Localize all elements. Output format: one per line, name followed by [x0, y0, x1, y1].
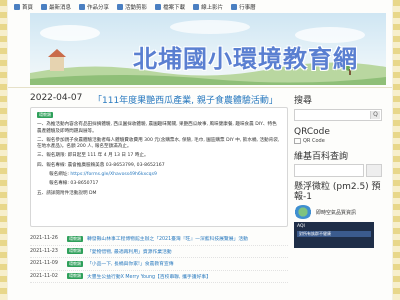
qrcode-image: QR Code — [294, 138, 382, 144]
category-tag[interactable]: 環教類 — [67, 248, 83, 255]
wiki-search — [294, 164, 382, 177]
nav-item-calendar[interactable]: 行事曆 — [228, 2, 259, 12]
nav-label: 首頁 — [22, 4, 34, 11]
post-content: 環教類 一、為推活動內容含有品田採摘體驗, 西瓜園採收體驗, 農園趣味闖關, 果… — [30, 107, 288, 227]
nav-item-download[interactable]: 檔案下載 — [152, 2, 188, 12]
home-icon — [14, 3, 20, 10]
video-icon — [193, 3, 200, 10]
list-item-title-link[interactable]: 「小品一下, 長桶與你家!」食農教育宣傳 — [87, 260, 174, 267]
post-paragraph-4: 四、報名專線: 農會推廣股賴美蓉 03-8653799, 03-8652167 — [37, 162, 165, 168]
search-button[interactable]: Q — [370, 111, 380, 119]
list-item-date: 2021-11-02 — [30, 273, 58, 279]
post-paragraph-3: 三、報名期限: 即日起至 111 年 4 月 13 日 17 時止。 — [37, 153, 149, 159]
top-nav: 首頁 最新消息 作品分享 活動剪影 檔案下載 線上影片 行事曆 — [8, 0, 395, 13]
epa-logo-icon — [294, 205, 312, 219]
list-item-title-link[interactable]: 大豐生公益行動X Merry Young【百校串聯, 攜手護好事】 — [87, 273, 211, 280]
category-tag[interactable]: 環教類 — [67, 260, 83, 267]
list-item: 2021-11-23 環教類 「愛物惜物, 最適再利用」資源作業活動 — [30, 246, 288, 258]
right-decorative-stripe — [393, 0, 400, 300]
aqi-status-bar: 對所有族群不健康 — [297, 231, 371, 237]
registration-url-link[interactable]: https://forms.gle/Xhavoss49h6kxcqs9 — [70, 172, 157, 177]
pencil-icon — [79, 3, 86, 10]
list-item-date: 2021-11-23 — [30, 248, 58, 254]
registration-phone-value: 03-8650717 — [70, 181, 99, 187]
post-paragraph-5: 五、請詳閱附件活動說明 DM — [37, 190, 97, 196]
banner-title: 北埔國小環境教育網 — [133, 44, 358, 73]
wiki-search-input[interactable] — [294, 164, 364, 177]
gallery-icon — [117, 3, 124, 10]
category-tag[interactable]: 環教類 — [37, 112, 53, 118]
search-input[interactable]: Q — [294, 109, 382, 121]
category-tag[interactable]: 環教類 — [67, 235, 83, 242]
aqi-title: AQI — [297, 224, 305, 229]
search-heading: 搜尋 — [294, 96, 313, 106]
wiki-search-button[interactable] — [366, 164, 382, 177]
download-icon — [155, 3, 162, 10]
list-item-title-link[interactable]: 轉發縣山林事工程博物館主辦之「2021臺灣『旺』—深藍科技展覽展」活動 — [87, 235, 248, 242]
list-item: 2021-11-09 環教類 「小品一下, 長桶與你家!」食農教育宣傳 — [30, 258, 288, 271]
post-paragraph-1: 一、為推活動內容含有品田採摘體驗, 西瓜園採收體驗, 農園趣味闖關, 果艷西瓜故… — [37, 122, 277, 134]
registration-url-label: 報名網址: — [49, 172, 71, 178]
aqi-status: 對所有族群不健康 — [299, 231, 331, 236]
aqi-station-label: 即時空氣品質資訊 — [316, 209, 357, 216]
list-item: 2021-11-26 環教類 轉發縣山林事工程博物館主辦之「2021臺灣『旺』—… — [30, 233, 288, 246]
nav-item-works[interactable]: 作品分享 — [76, 2, 112, 12]
page-container: 首頁 最新消息 作品分享 活動剪影 檔案下載 線上影片 行事曆 北埔國小環境教育… — [8, 0, 392, 300]
nav-item-home[interactable]: 首頁 — [11, 2, 36, 12]
calendar-icon — [231, 3, 238, 10]
list-item-date: 2021-11-09 — [30, 261, 58, 267]
pm25-heading: 懸浮微粒 (pm2.5) 預報-1 — [294, 182, 381, 202]
nav-label: 線上影片 — [201, 4, 224, 11]
list-item-date: 2021-11-26 — [30, 236, 58, 242]
list-item-title-link[interactable]: 「愛物惜物, 最適再利用」資源作業活動 — [87, 248, 172, 255]
nav-label: 行事曆 — [239, 4, 256, 11]
header-divider — [8, 87, 392, 88]
post-title-link[interactable]: 「111年度果艷西瓜產業, 親子食農體驗活動」 — [93, 93, 278, 106]
registration-phone-label: 報名專線: — [49, 181, 71, 187]
news-icon — [41, 3, 48, 10]
nav-label: 最新消息 — [49, 4, 72, 11]
header-banner: 北埔國小環境教育網 — [30, 13, 386, 85]
nav-item-news[interactable]: 最新消息 — [38, 2, 74, 12]
list-item: 2021-11-02 環教類 大豐生公益行動X Merry Young【百校串聯… — [30, 271, 288, 283]
nav-label: 作品分享 — [87, 4, 110, 11]
news-list: 2021-11-26 環教類 轉發縣山林事工程博物館主辦之「2021臺灣『旺』—… — [30, 233, 288, 283]
post-date: 2022-04-07 — [30, 93, 83, 103]
nav-item-video[interactable]: 線上影片 — [190, 2, 226, 12]
qrcode-caption: QR Code — [303, 138, 325, 144]
nav-item-gallery[interactable]: 活動剪影 — [114, 2, 150, 12]
nav-label: 檔案下載 — [163, 4, 186, 11]
aqi-widget[interactable]: AQI 對所有族群不健康 — [294, 222, 374, 248]
nav-label: 活動剪影 — [125, 4, 148, 11]
image-icon — [294, 138, 301, 144]
sidebar: 搜尋 Q QRCode QR Code 維基百科查詢 懸浮微粒 (pm2.5) … — [294, 93, 382, 248]
aqi-source: 即時空氣品質資訊 — [294, 205, 382, 219]
category-tag[interactable]: 環教類 — [67, 273, 83, 280]
left-decorative-stripe — [0, 0, 7, 300]
qrcode-heading: QRCode — [294, 127, 330, 137]
post-paragraph-2: 二、報名參加親子食農體驗活動者每人體驗費收費用 300 元(含購票水, 保險, … — [37, 137, 280, 150]
wiki-heading: 維基百科查詢 — [294, 152, 349, 162]
